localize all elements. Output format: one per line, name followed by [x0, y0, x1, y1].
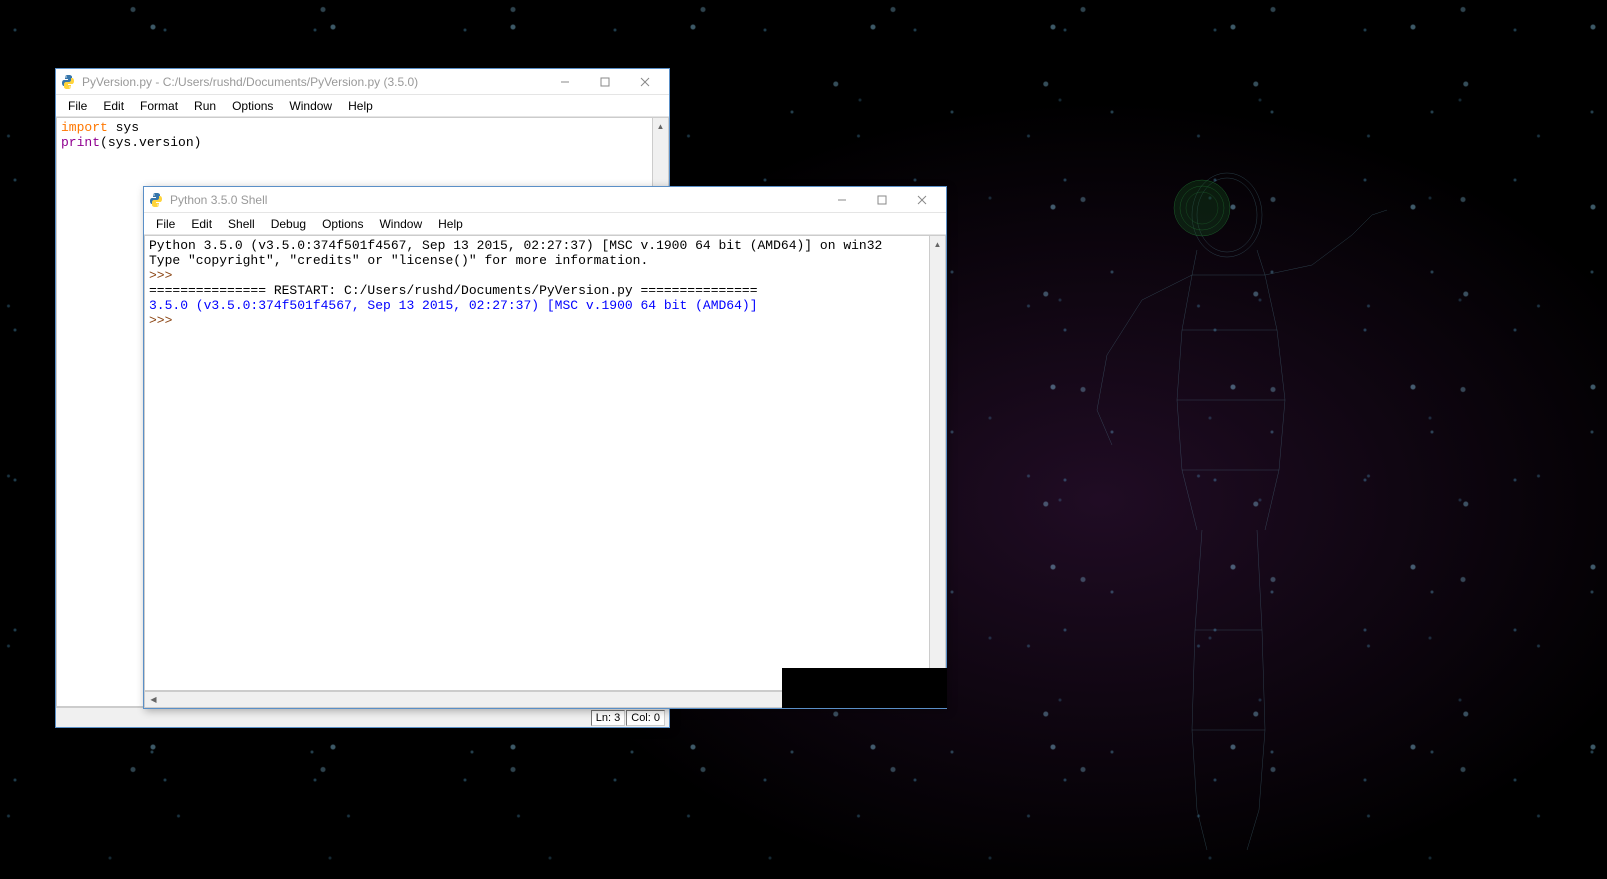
background-wireframe-figure — [1047, 160, 1427, 860]
editor-menubar: File Edit Format Run Options Window Help — [56, 95, 669, 117]
shell-vertical-scrollbar[interactable]: ▲ ▼ — [929, 235, 946, 691]
menu-run[interactable]: Run — [186, 97, 224, 115]
python-icon — [60, 74, 76, 90]
status-line: Ln: 3 — [591, 710, 625, 726]
editor-titlebar[interactable]: PyVersion.py - C:/Users/rushd/Documents/… — [56, 69, 669, 95]
black-overlay-region — [782, 668, 947, 708]
shell-stdout-line: 3.5.0 (v3.5.0:374f501f4567, Sep 13 2015,… — [149, 298, 758, 313]
minimize-button[interactable] — [545, 69, 585, 95]
menu-help[interactable]: Help — [430, 215, 471, 233]
menu-window[interactable]: Window — [281, 97, 340, 115]
shell-prompt: >>> — [149, 268, 180, 283]
menu-file[interactable]: File — [60, 97, 95, 115]
shell-banner-line: Type "copyright", "credits" or "license(… — [149, 253, 648, 268]
close-button[interactable] — [625, 69, 665, 95]
scroll-up-icon[interactable]: ▲ — [930, 236, 945, 253]
shell-menubar: File Edit Shell Debug Options Window Hel… — [144, 213, 946, 235]
menu-file[interactable]: File — [148, 215, 183, 233]
scroll-up-icon[interactable]: ▲ — [653, 118, 668, 135]
editor-window-controls — [545, 69, 665, 95]
shell-title: Python 3.5.0 Shell — [170, 193, 822, 207]
shell-banner-line: Python 3.5.0 (v3.5.0:374f501f4567, Sep 1… — [149, 238, 882, 253]
status-col: Col: 0 — [626, 710, 665, 726]
shell-prompt: >>> — [149, 313, 180, 328]
menu-window[interactable]: Window — [371, 215, 430, 233]
menu-format[interactable]: Format — [132, 97, 186, 115]
maximize-button[interactable] — [585, 69, 625, 95]
menu-debug[interactable]: Debug — [263, 215, 314, 233]
shell-titlebar[interactable]: Python 3.5.0 Shell — [144, 187, 946, 213]
menu-help[interactable]: Help — [340, 97, 381, 115]
editor-title: PyVersion.py - C:/Users/rushd/Documents/… — [82, 75, 545, 89]
maximize-button[interactable] — [862, 187, 902, 213]
menu-edit[interactable]: Edit — [95, 97, 132, 115]
shell-area: Python 3.5.0 (v3.5.0:374f501f4567, Sep 1… — [144, 235, 946, 691]
code-text: (sys.version) — [100, 135, 201, 150]
code-builtin: print — [61, 135, 100, 150]
close-button[interactable] — [902, 187, 942, 213]
menu-edit[interactable]: Edit — [183, 215, 220, 233]
code-keyword: import — [61, 120, 108, 135]
scroll-left-icon[interactable]: ◀ — [145, 692, 162, 707]
menu-options[interactable]: Options — [224, 97, 281, 115]
menu-shell[interactable]: Shell — [220, 215, 263, 233]
shell-restart-line: =============== RESTART: C:/Users/rushd/… — [149, 283, 758, 298]
shell-window-controls — [822, 187, 942, 213]
shell-window: Python 3.5.0 Shell File Edit Shell Debug… — [143, 186, 947, 709]
scroll-track[interactable] — [930, 253, 945, 673]
python-icon — [148, 192, 164, 208]
code-text: sys — [108, 120, 139, 135]
shell-output[interactable]: Python 3.5.0 (v3.5.0:374f501f4567, Sep 1… — [144, 235, 929, 691]
menu-options[interactable]: Options — [314, 215, 371, 233]
minimize-button[interactable] — [822, 187, 862, 213]
editor-statusbar: Ln: 3 Col: 0 — [56, 707, 669, 727]
